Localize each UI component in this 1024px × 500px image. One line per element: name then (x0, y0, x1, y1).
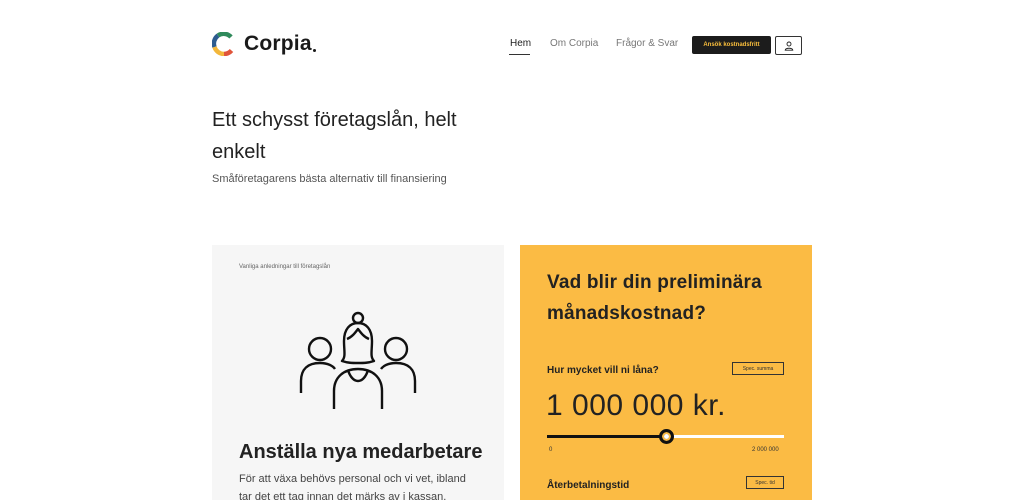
reason-card-title: Anställa nya medarbetare (239, 441, 483, 463)
hero-subtitle: Småföretagarens bästa alternativ till fi… (212, 173, 447, 185)
spec-term-button[interactable]: Spec. tid (746, 476, 784, 489)
amount-value: 1 000 000 kr. (546, 389, 726, 422)
logo[interactable]: Corpia (212, 31, 316, 57)
loan-reason-card: Vanliga anledningar till företagslån Ans… (212, 245, 504, 500)
hero-title: Ett schysst företagslån, helt enkelt (212, 109, 457, 163)
amount-slider[interactable] (547, 429, 784, 444)
slider-max-label: 2 000 000 (752, 447, 779, 453)
reason-card-label: Vanliga anledningar till företagslån (239, 264, 331, 270)
people-group-icon (299, 311, 417, 409)
reason-card-text: För att växa behövs personal och vi vet,… (239, 473, 466, 500)
nav-active-underline (509, 54, 530, 55)
slider-fill (547, 435, 666, 438)
apply-button[interactable]: Ansök kostnadsfritt (692, 36, 771, 54)
logo-text: Corpia (244, 32, 312, 55)
nav-item-fragor-svar[interactable]: Frågor & Svar (616, 38, 678, 49)
calculator-title: Vad blir din preliminära månadskostnad? (547, 272, 762, 324)
user-account-button[interactable] (775, 36, 802, 55)
loan-calculator-card: Vad blir din preliminära månadskostnad? … (520, 245, 812, 500)
nav-item-hem[interactable]: Hem (510, 38, 531, 49)
logo-dot (312, 49, 316, 52)
term-label: Återbetalningstid (547, 480, 630, 491)
spec-amount-button[interactable]: Spec. summa (732, 362, 784, 375)
amount-label: Hur mycket vill ni låna? (547, 365, 659, 376)
corpia-logo-icon (212, 32, 234, 56)
slider-min-label: 0 (549, 447, 553, 453)
nav-item-om-corpia[interactable]: Om Corpia (550, 38, 598, 49)
slider-thumb[interactable] (658, 429, 674, 444)
site-header: Corpia Hem Om Corpia Frågor & Svar Ansök… (0, 0, 1024, 80)
user-icon (784, 41, 793, 51)
